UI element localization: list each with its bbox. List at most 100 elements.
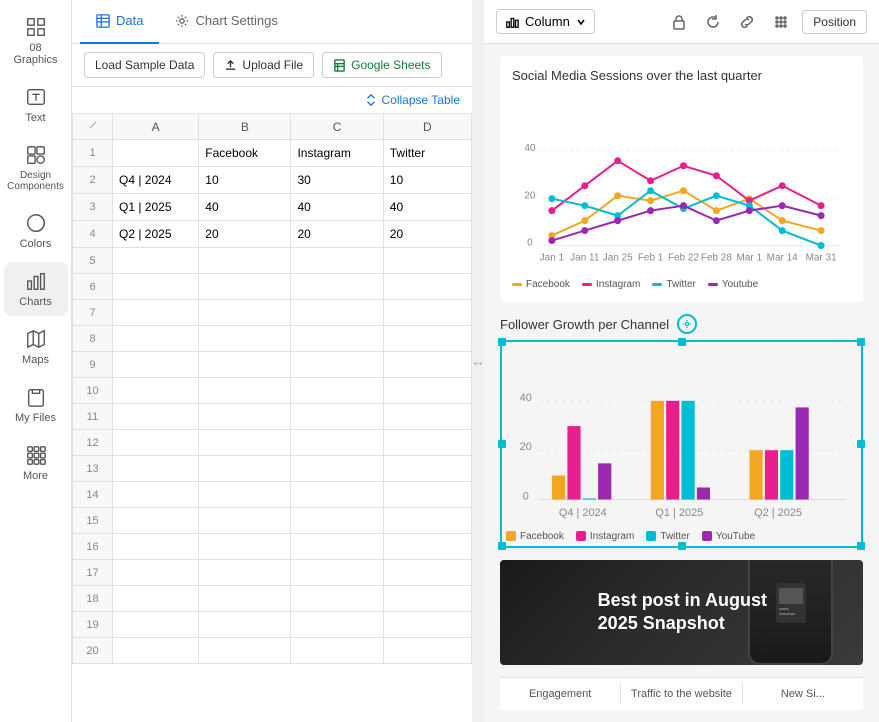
lock-icon[interactable] (666, 9, 692, 35)
sidebar-item-my-files[interactable]: My Files (4, 378, 68, 432)
cell-20-b[interactable] (199, 638, 291, 664)
refresh-icon[interactable] (700, 9, 726, 35)
sidebar-item-colors[interactable]: Colors (4, 204, 68, 258)
resize-tr[interactable] (857, 338, 865, 346)
cell-6-a[interactable] (113, 274, 199, 300)
cell-18-b[interactable] (199, 586, 291, 612)
resize-br[interactable] (857, 542, 865, 550)
cell-9-a[interactable] (113, 352, 199, 378)
cell-20-a[interactable] (113, 638, 199, 664)
cell-15-d[interactable] (383, 508, 471, 534)
resize-tm[interactable] (678, 338, 686, 346)
cell-4-d[interactable]: 20 (383, 221, 471, 248)
cell-14-b[interactable] (199, 482, 291, 508)
sidebar-item-charts[interactable]: Charts (4, 262, 68, 316)
cell-8-b[interactable] (199, 326, 291, 352)
google-sheets-button[interactable]: Google Sheets (322, 52, 441, 78)
cell-17-a[interactable] (113, 560, 199, 586)
cell-1-a[interactable] (113, 140, 199, 167)
cell-5-d[interactable] (383, 248, 471, 274)
cell-9-d[interactable] (383, 352, 471, 378)
cell-12-d[interactable] (383, 430, 471, 456)
cell-4-b[interactable]: 20 (199, 221, 291, 248)
cell-17-b[interactable] (199, 560, 291, 586)
cell-5-a[interactable] (113, 248, 199, 274)
cell-9-c[interactable] (291, 352, 383, 378)
resize-handle[interactable]: ↔ (472, 0, 484, 722)
cell-11-a[interactable] (113, 404, 199, 430)
cell-1-b[interactable]: Facebook (199, 140, 291, 167)
cell-15-b[interactable] (199, 508, 291, 534)
sidebar-item-design-components[interactable]: Design Components (4, 136, 68, 200)
cell-3-a[interactable]: Q1 | 2025 (113, 194, 199, 221)
position-button[interactable]: Position (802, 10, 867, 34)
cell-16-b[interactable] (199, 534, 291, 560)
cell-2-a[interactable]: Q4 | 2024 (113, 167, 199, 194)
cell-4-c[interactable]: 20 (291, 221, 383, 248)
link-icon[interactable] (734, 9, 760, 35)
cell-19-a[interactable] (113, 612, 199, 638)
collapse-table-button[interactable]: Collapse Table (72, 87, 472, 113)
cell-1-c[interactable]: Instagram (291, 140, 383, 167)
cell-7-a[interactable] (113, 300, 199, 326)
bottom-nav-engagement[interactable]: Engagement (500, 684, 621, 704)
cell-13-a[interactable] (113, 456, 199, 482)
resize-mr[interactable] (857, 440, 865, 448)
cell-6-c[interactable] (291, 274, 383, 300)
cell-11-b[interactable] (199, 404, 291, 430)
grid-dots-icon[interactable] (768, 9, 794, 35)
resize-bm[interactable] (678, 542, 686, 550)
cell-10-d[interactable] (383, 378, 471, 404)
cell-3-c[interactable]: 40 (291, 194, 383, 221)
cell-3-d[interactable]: 40 (383, 194, 471, 221)
cell-15-c[interactable] (291, 508, 383, 534)
cell-16-d[interactable] (383, 534, 471, 560)
cell-14-c[interactable] (291, 482, 383, 508)
cell-11-c[interactable] (291, 404, 383, 430)
cell-5-b[interactable] (199, 248, 291, 274)
tab-chart-settings[interactable]: Chart Settings (159, 0, 293, 44)
sidebar-item-maps[interactable]: Maps (4, 320, 68, 374)
cell-13-c[interactable] (291, 456, 383, 482)
cell-7-c[interactable] (291, 300, 383, 326)
cell-18-c[interactable] (291, 586, 383, 612)
cell-13-b[interactable] (199, 456, 291, 482)
cell-16-c[interactable] (291, 534, 383, 560)
cell-1-d[interactable]: Twitter (383, 140, 471, 167)
cell-8-c[interactable] (291, 326, 383, 352)
sidebar-item-graphics[interactable]: 08 Graphics (4, 8, 68, 74)
cell-14-a[interactable] (113, 482, 199, 508)
cell-19-d[interactable] (383, 612, 471, 638)
bottom-nav-new-site[interactable]: New Si... (743, 684, 863, 704)
cell-11-d[interactable] (383, 404, 471, 430)
cell-9-b[interactable] (199, 352, 291, 378)
cell-10-c[interactable] (291, 378, 383, 404)
cell-6-b[interactable] (199, 274, 291, 300)
cell-12-c[interactable] (291, 430, 383, 456)
cell-4-a[interactable]: Q2 | 2025 (113, 221, 199, 248)
cell-13-d[interactable] (383, 456, 471, 482)
cell-10-a[interactable] (113, 378, 199, 404)
cell-2-c[interactable]: 30 (291, 167, 383, 194)
cell-8-d[interactable] (383, 326, 471, 352)
sidebar-item-more[interactable]: More (4, 436, 68, 490)
cell-6-d[interactable] (383, 274, 471, 300)
cell-17-c[interactable] (291, 560, 383, 586)
resize-tl[interactable] (498, 338, 506, 346)
cell-3-b[interactable]: 40 (199, 194, 291, 221)
cell-10-b[interactable] (199, 378, 291, 404)
bottom-nav-traffic[interactable]: Traffic to the website (621, 684, 742, 704)
cell-18-d[interactable] (383, 586, 471, 612)
cell-20-c[interactable] (291, 638, 383, 664)
cell-19-b[interactable] (199, 612, 291, 638)
cell-14-d[interactable] (383, 482, 471, 508)
cell-12-b[interactable] (199, 430, 291, 456)
cell-8-a[interactable] (113, 326, 199, 352)
cell-19-c[interactable] (291, 612, 383, 638)
cell-20-d[interactable] (383, 638, 471, 664)
resize-bl[interactable] (498, 542, 506, 550)
cell-7-d[interactable] (383, 300, 471, 326)
cell-18-a[interactable] (113, 586, 199, 612)
upload-file-button[interactable]: Upload File (213, 52, 314, 78)
resize-ml[interactable] (498, 440, 506, 448)
